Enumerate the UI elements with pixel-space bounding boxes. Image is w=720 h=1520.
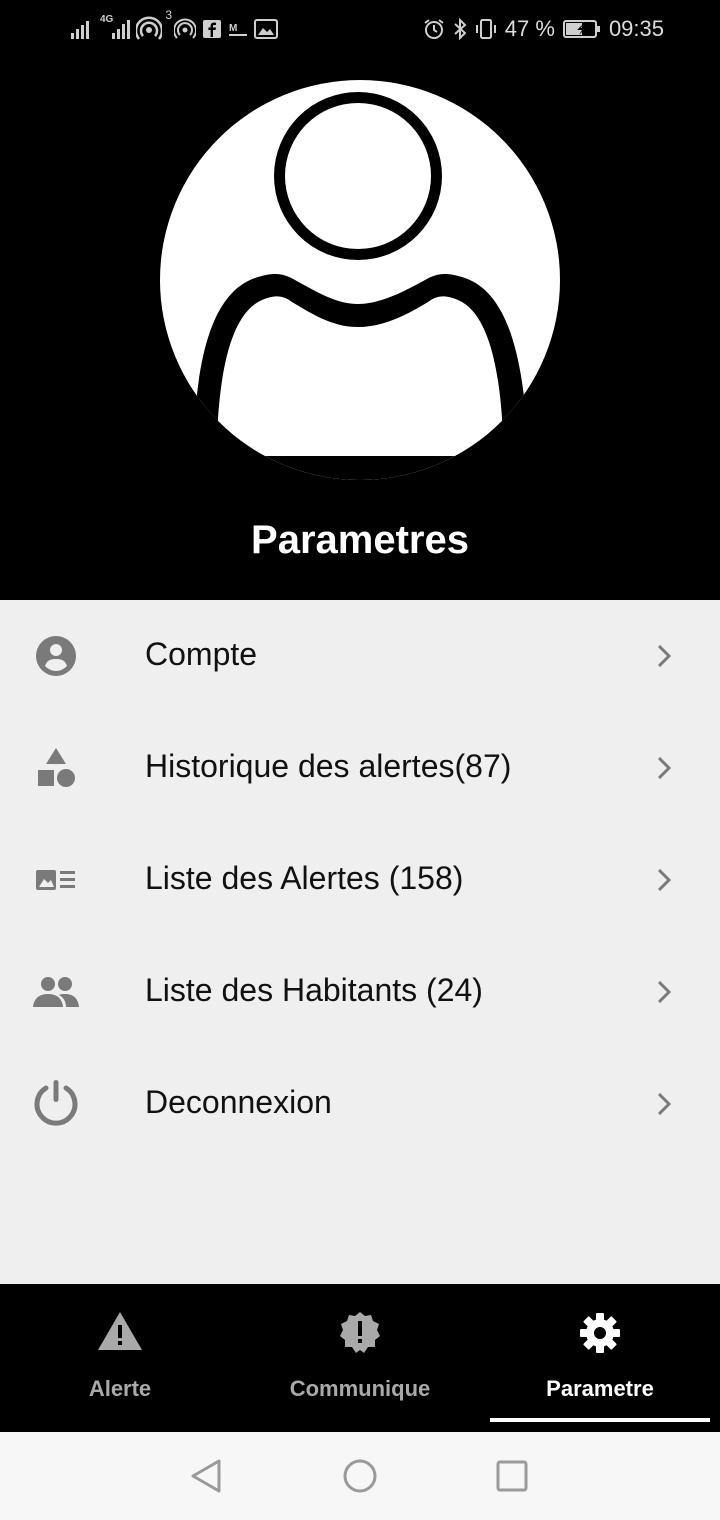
chevron-right-icon [657, 756, 672, 780]
svg-text:M: M [229, 23, 237, 34]
recents-button[interactable] [490, 1454, 534, 1498]
account-circle-icon [28, 634, 84, 678]
gallery-notification-icon [254, 18, 278, 40]
battery-percent: 47 % [504, 16, 555, 41]
image-list-icon [28, 858, 84, 902]
people-icon [28, 970, 84, 1014]
menu-item-liste-habitants[interactable]: Liste des Habitants (24) [0, 936, 720, 1048]
menu-item-compte[interactable]: Compte [0, 600, 720, 712]
back-button[interactable] [184, 1454, 228, 1498]
menu-label: Liste des Habitants (24) [145, 972, 483, 1008]
tab-label: Alerte [88, 1376, 152, 1401]
tab-label: Parametre [546, 1376, 654, 1401]
chevron-right-icon [657, 1092, 672, 1116]
shapes-icon [28, 746, 84, 790]
status-left-icons: 4G 3 M [70, 8, 278, 42]
status-right-icons: 47 % 09:35 [423, 16, 664, 42]
signal-strength-icon [70, 18, 94, 40]
menu-item-deconnexion[interactable]: Deconnexion [0, 1048, 720, 1160]
chevron-right-icon [657, 868, 672, 892]
system-navigation-bar [0, 1432, 720, 1520]
page-title: Parametres [251, 518, 469, 562]
chevron-right-icon [657, 644, 672, 668]
power-icon [28, 1074, 84, 1130]
tab-parametre[interactable]: Parametre [480, 1284, 720, 1432]
announcement-icon [340, 1312, 380, 1353]
tab-label: Communique [289, 1376, 431, 1401]
battery-charging-icon [562, 19, 601, 39]
menu-label: Liste des Alertes (158) [145, 860, 464, 896]
warning-icon [98, 1312, 142, 1350]
bottom-tab-bar: Alerte Communique Parametre [0, 1284, 720, 1432]
facebook-icon [202, 19, 222, 39]
network-label: 4G [100, 14, 114, 25]
menu-label: Deconnexion [145, 1084, 332, 1120]
settings-icon [580, 1313, 620, 1353]
menu-label: Historique des alertes(87) [145, 748, 512, 784]
settings-menu: Compte Historique des alertes(87) Liste … [0, 600, 720, 1160]
hotspot-count-badge: 3 [165, 8, 172, 22]
wifi-hotspot-icon [174, 18, 196, 40]
active-tab-indicator [490, 1418, 710, 1422]
avatar[interactable] [160, 80, 560, 480]
profile-header: 4G 3 M 47 % 09:35 Parametres [0, 0, 720, 600]
home-circle-icon [343, 1459, 377, 1493]
status-bar: 4G 3 M 47 % 09:35 [0, 0, 720, 62]
recents-square-icon [496, 1460, 528, 1492]
tab-communique[interactable]: Communique [240, 1284, 480, 1432]
clock: 09:35 [608, 16, 664, 41]
person-avatar-icon [160, 92, 560, 480]
back-triangle-icon [191, 1459, 221, 1493]
hotspot-icon: 3 [136, 8, 172, 42]
message-app-icon: M [228, 19, 248, 39]
menu-label: Compte [145, 636, 258, 672]
home-button[interactable] [338, 1454, 382, 1498]
menu-item-historique[interactable]: Historique des alertes(87) [0, 712, 720, 824]
alarm-icon [423, 18, 445, 40]
menu-item-liste-alertes[interactable]: Liste des Alertes (158) [0, 824, 720, 936]
vibrate-icon [475, 18, 497, 40]
tab-alerte[interactable]: Alerte [0, 1284, 240, 1432]
chevron-right-icon [657, 980, 672, 1004]
bluetooth-icon [453, 18, 467, 40]
mobile-data-icon: 4G [100, 14, 130, 40]
